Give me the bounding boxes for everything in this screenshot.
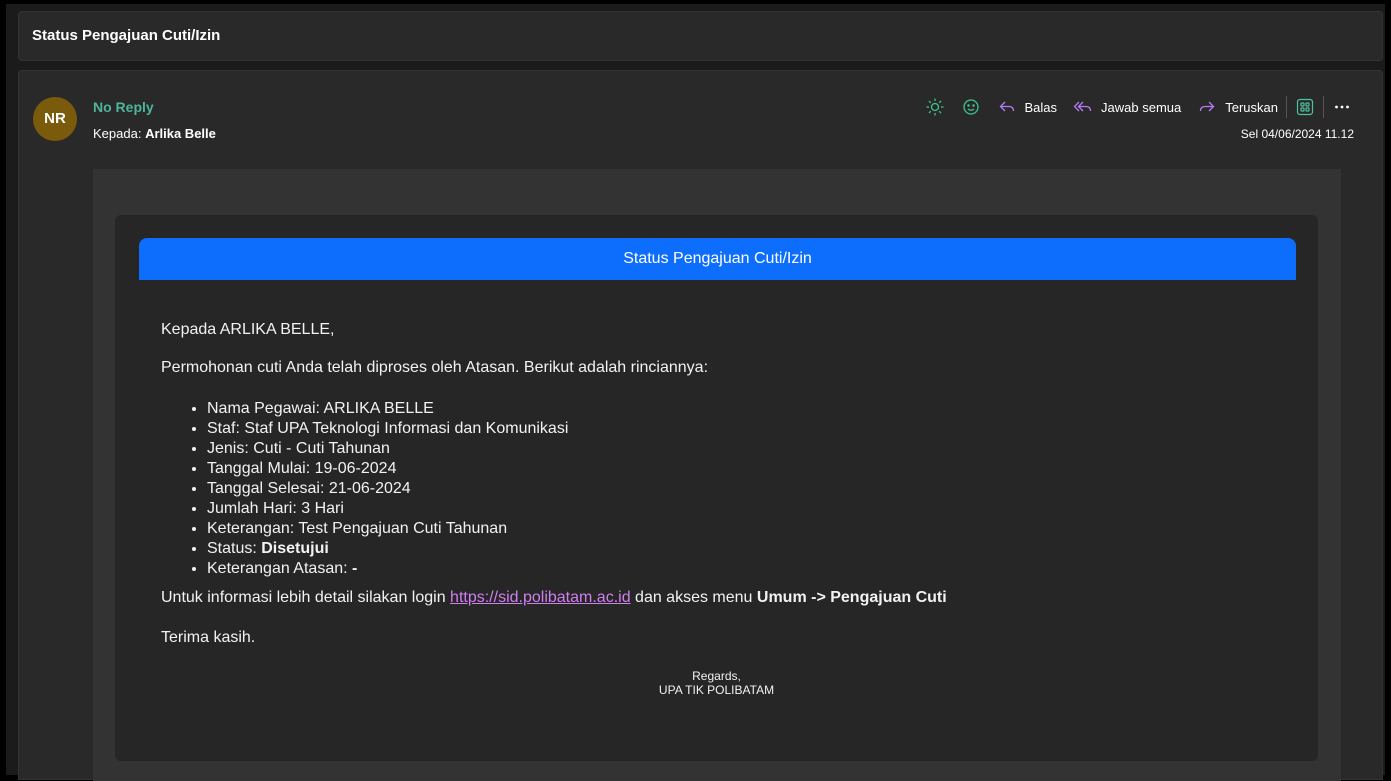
brightness-button[interactable] <box>925 97 945 117</box>
forward-button[interactable]: Teruskan <box>1197 97 1278 117</box>
forward-label: Teruskan <box>1225 99 1278 115</box>
reply-button[interactable]: Balas <box>997 97 1058 117</box>
menu-path: Umum -> Pengajuan Cuti <box>756 589 947 606</box>
signature: Regards, UPA TIK POLIBATAM <box>115 669 1318 697</box>
info-prefix: Untuk informasi lebih detail silakan log… <box>161 589 451 606</box>
message-card: NR No Reply Kepada: Arlika Belle Balas J… <box>18 70 1383 781</box>
message-actions: Balas Jawab semua Teruskan <box>925 95 1353 119</box>
login-link[interactable]: https://sid.polibatam.ac.id <box>450 589 631 606</box>
reply-all-icon <box>1073 97 1093 117</box>
manager-note-label: Keterangan Atasan: <box>207 560 352 577</box>
intro-text: Permohonan cuti Anda telah diproses oleh… <box>161 359 709 376</box>
sender-name[interactable]: No Reply <box>93 99 154 115</box>
forward-icon <box>1197 97 1217 117</box>
status-item: Status: Disetujui <box>207 539 568 559</box>
list-item: Jumlah Hari: 3 Hari <box>207 499 568 519</box>
more-button[interactable] <box>1332 97 1352 117</box>
divider <box>1323 96 1324 118</box>
info-middle: dan akses menu <box>630 589 757 606</box>
status-label: Status: <box>207 540 262 557</box>
divider <box>1286 96 1287 118</box>
list-item: Staf: Staf UPA Teknologi Informasi dan K… <box>207 419 568 439</box>
reply-all-button[interactable]: Jawab semua <box>1073 97 1181 117</box>
thanks-text: Terima kasih. <box>161 629 256 646</box>
organization-name: UPA TIK POLIBATAM <box>658 683 775 697</box>
list-item: Keterangan: Test Pengajuan Cuti Tahunan <box>207 519 568 539</box>
reply-icon <box>997 97 1017 117</box>
email-content-panel: Status Pengajuan Cuti/Izin Kepada ARLIKA… <box>115 215 1318 761</box>
recipient-name[interactable]: Arlika Belle <box>145 126 216 141</box>
list-item: Nama Pegawai: ARLIKA BELLE <box>207 399 568 419</box>
more-icon <box>1332 97 1352 117</box>
email-subject: Status Pengajuan Cuti/Izin <box>32 27 221 44</box>
sent-date: Sel 04/06/2024 11.12 <box>1240 127 1354 141</box>
to-label: Kepada: <box>93 126 142 141</box>
manager-note-value: - <box>352 560 358 577</box>
emoji-button[interactable] <box>961 97 981 117</box>
status-value: Disetujui <box>261 540 329 557</box>
reading-pane: Status Pengajuan Cuti/Izin NR No Reply K… <box>6 4 1385 781</box>
detail-list: Nama Pegawai: ARLIKA BELLE Staf: Staf UP… <box>161 399 568 579</box>
info-text: Untuk informasi lebih detail silakan log… <box>161 589 947 607</box>
list-item: Tanggal Selesai: 21-06-2024 <box>207 479 568 499</box>
apps-button[interactable] <box>1295 97 1315 117</box>
manager-note-item: Keterangan Atasan: - <box>207 559 568 579</box>
greeting: Kepada ARLIKA BELLE, <box>161 321 335 338</box>
list-item: Tanggal Mulai: 19-06-2024 <box>207 459 568 479</box>
email-banner-title: Status Pengajuan Cuti/Izin <box>139 238 1296 280</box>
avatar[interactable]: NR <box>33 97 77 141</box>
emoji-icon <box>961 97 981 117</box>
reply-all-label: Jawab semua <box>1101 99 1182 115</box>
regards-text: Regards, <box>692 669 741 683</box>
brightness-icon <box>925 97 945 117</box>
subject-bar: Status Pengajuan Cuti/Izin <box>18 11 1383 61</box>
email-body: Status Pengajuan Cuti/Izin Kepada ARLIKA… <box>93 169 1341 781</box>
list-item: Jenis: Cuti - Cuti Tahunan <box>207 439 568 459</box>
apps-icon <box>1295 97 1315 117</box>
reply-label: Balas <box>1024 99 1058 115</box>
recipient-line: Kepada: Arlika Belle <box>93 126 216 141</box>
